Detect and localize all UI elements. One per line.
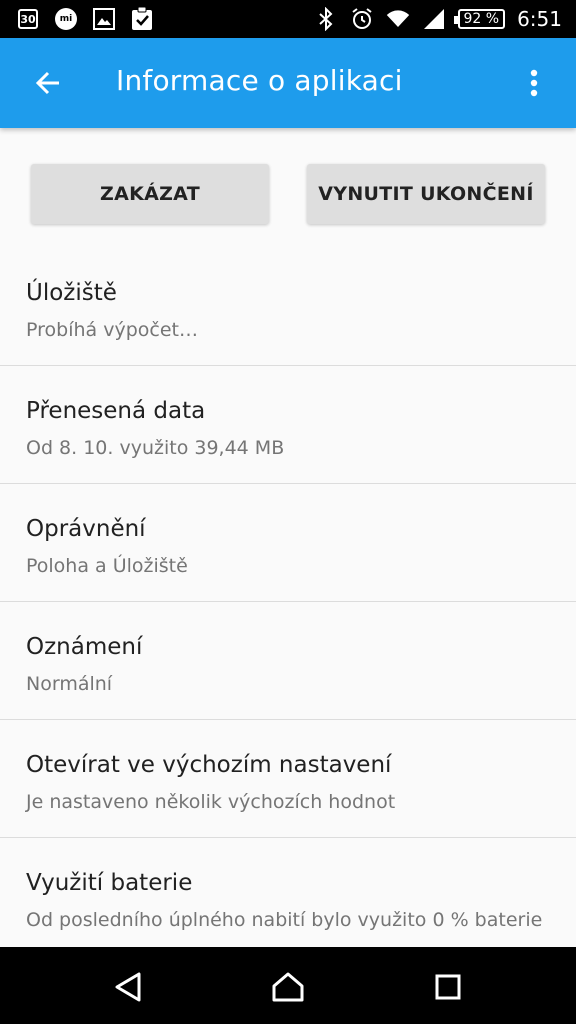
list-item-subtitle: Normální: [26, 673, 113, 695]
list-item-notifications[interactable]: Oznámení Normální: [0, 602, 576, 720]
alarm-icon: [350, 7, 374, 31]
back-button[interactable]: [24, 59, 72, 107]
list-item-subtitle: Je nastaveno několik výchozích hodnot: [26, 791, 396, 813]
signal-icon: [422, 7, 446, 31]
nav-home-button[interactable]: [266, 965, 310, 1009]
battery-level: 92 %: [463, 11, 500, 27]
list-item-title: Oznámení: [26, 634, 143, 660]
list-item-title: Úložiště: [26, 280, 117, 306]
mi-icon: mi: [54, 7, 78, 31]
list-item-subtitle: Poloha a Úložiště: [26, 555, 188, 577]
image-icon: [92, 7, 116, 31]
list-item-storage[interactable]: Úložiště Probíhá výpočet…: [0, 248, 576, 366]
status-time: 6:51: [517, 7, 562, 31]
wifi-icon: [386, 7, 410, 31]
clipboard-check-icon: [130, 7, 154, 31]
settings-list: Úložiště Probíhá výpočet… Přenesená data…: [0, 248, 576, 998]
disable-button[interactable]: ZAKÁZAT: [31, 164, 269, 224]
bluetooth-icon: [314, 7, 338, 31]
status-bar-system: 92 % 6:51: [314, 5, 562, 33]
action-buttons: ZAKÁZAT VYNUTIT UKONČENÍ: [0, 128, 576, 248]
mi-label: mi: [55, 8, 77, 30]
list-item-subtitle: Od posledního úplného nabití bylo využit…: [26, 909, 543, 931]
list-item-title: Přenesená data: [26, 398, 206, 424]
calendar-icon: 30: [16, 7, 40, 31]
battery-icon: 92 %: [453, 9, 506, 29]
status-bar-notifications: 30 mi: [16, 6, 154, 32]
list-item-open-by-default[interactable]: Otevírat ve výchozím nastavení Je nastav…: [0, 720, 576, 838]
list-item-subtitle: Probíhá výpočet…: [26, 319, 198, 341]
app-bar: Informace o aplikaci: [0, 38, 576, 128]
arrow-left-icon: [35, 71, 59, 95]
list-item-subtitle: Od 8. 10. využito 39,44 MB: [26, 437, 285, 459]
navigation-bar: [0, 947, 576, 1024]
home-icon: [272, 972, 304, 1002]
list-item-title: Oprávnění: [26, 516, 146, 542]
overflow-menu-button[interactable]: [510, 59, 558, 107]
calendar-day: 30: [18, 9, 38, 29]
recents-icon: [435, 974, 461, 1000]
list-item-permissions[interactable]: Oprávnění Poloha a Úložiště: [0, 484, 576, 602]
nav-recents-button[interactable]: [426, 965, 470, 1009]
list-item-data-usage[interactable]: Přenesená data Od 8. 10. využito 39,44 M…: [0, 366, 576, 484]
status-bar: 30 mi 92 % 6:51: [0, 0, 576, 38]
force-stop-button[interactable]: VYNUTIT UKONČENÍ: [307, 164, 545, 224]
more-vert-icon: [530, 69, 538, 97]
list-item-title: Využití baterie: [26, 870, 193, 896]
list-item-title: Otevírat ve výchozím nastavení: [26, 752, 392, 778]
nav-back-button[interactable]: [106, 965, 150, 1009]
back-triangle-icon: [115, 972, 141, 1002]
page-title: Informace o aplikaci: [116, 64, 403, 97]
